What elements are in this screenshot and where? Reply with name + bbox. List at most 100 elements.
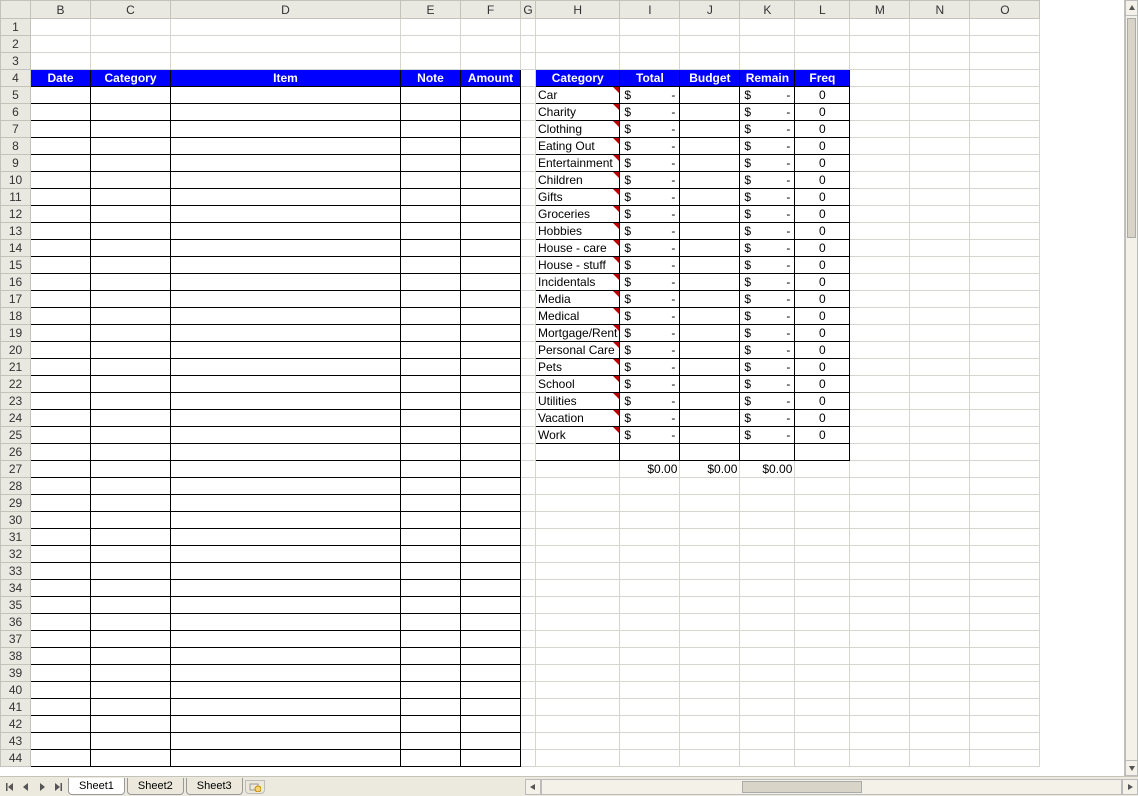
cell-O7[interactable] <box>970 121 1040 138</box>
cell-I38[interactable] <box>620 648 680 665</box>
cell-K19[interactable]: $- <box>740 325 795 342</box>
cell-D35[interactable] <box>171 597 401 614</box>
cell-D18[interactable] <box>171 308 401 325</box>
cell-J20[interactable] <box>680 342 740 359</box>
cell-D22[interactable] <box>171 376 401 393</box>
cell-E44[interactable] <box>401 750 461 767</box>
cell-O1[interactable] <box>970 19 1040 36</box>
cell-O36[interactable] <box>970 614 1040 631</box>
cell-G39[interactable] <box>521 665 536 682</box>
cell-L14[interactable]: 0 <box>795 240 850 257</box>
row-header-22[interactable]: 22 <box>1 376 31 393</box>
cell-N18[interactable] <box>910 308 970 325</box>
cell-J3[interactable] <box>680 53 740 70</box>
cell-H42[interactable] <box>536 716 620 733</box>
cell-F1[interactable] <box>461 19 521 36</box>
cell-D31[interactable] <box>171 529 401 546</box>
cell-N3[interactable] <box>910 53 970 70</box>
cell-B19[interactable] <box>31 325 91 342</box>
cell-L3[interactable] <box>795 53 850 70</box>
cell-O23[interactable] <box>970 393 1040 410</box>
cell-E38[interactable] <box>401 648 461 665</box>
cell-J25[interactable] <box>680 427 740 444</box>
cell-F36[interactable] <box>461 614 521 631</box>
cell-C10[interactable] <box>91 172 171 189</box>
cell-O11[interactable] <box>970 189 1040 206</box>
cell-D6[interactable] <box>171 104 401 121</box>
cell-L9[interactable]: 0 <box>795 155 850 172</box>
cell-M22[interactable] <box>850 376 910 393</box>
cell-J39[interactable] <box>680 665 740 682</box>
cell-G28[interactable] <box>521 478 536 495</box>
cell-E9[interactable] <box>401 155 461 172</box>
cell-J38[interactable] <box>680 648 740 665</box>
cell-C35[interactable] <box>91 597 171 614</box>
col-header-E[interactable]: E <box>401 1 461 19</box>
cell-M30[interactable] <box>850 512 910 529</box>
cell-N21[interactable] <box>910 359 970 376</box>
vscroll-track[interactable] <box>1125 16 1138 760</box>
cell-H10[interactable]: Children <box>536 172 620 189</box>
cell-C37[interactable] <box>91 631 171 648</box>
cell-J1[interactable] <box>680 19 740 36</box>
cell-H22[interactable]: School <box>536 376 620 393</box>
cell-L41[interactable] <box>795 699 850 716</box>
cell-D2[interactable] <box>171 36 401 53</box>
cell-B23[interactable] <box>31 393 91 410</box>
cell-F7[interactable] <box>461 121 521 138</box>
cell-D39[interactable] <box>171 665 401 682</box>
cell-F38[interactable] <box>461 648 521 665</box>
row-header-42[interactable]: 42 <box>1 716 31 733</box>
cell-K21[interactable]: $- <box>740 359 795 376</box>
cell-H40[interactable] <box>536 682 620 699</box>
cell-H20[interactable]: Personal Care <box>536 342 620 359</box>
cell-C20[interactable] <box>91 342 171 359</box>
cell-J41[interactable] <box>680 699 740 716</box>
cell-G22[interactable] <box>521 376 536 393</box>
cell-O14[interactable] <box>970 240 1040 257</box>
cell-N32[interactable] <box>910 546 970 563</box>
cell-E7[interactable] <box>401 121 461 138</box>
cell-L31[interactable] <box>795 529 850 546</box>
cell-D44[interactable] <box>171 750 401 767</box>
cell-F28[interactable] <box>461 478 521 495</box>
cell-L37[interactable] <box>795 631 850 648</box>
cell-F25[interactable] <box>461 427 521 444</box>
cell-D8[interactable] <box>171 138 401 155</box>
cell-K6[interactable]: $- <box>740 104 795 121</box>
cell-C25[interactable] <box>91 427 171 444</box>
cell-B31[interactable] <box>31 529 91 546</box>
cell-C16[interactable] <box>91 274 171 291</box>
cell-H44[interactable] <box>536 750 620 767</box>
cell-K16[interactable]: $- <box>740 274 795 291</box>
tab-nav-last-icon[interactable] <box>50 779 66 795</box>
cell-I22[interactable]: $- <box>620 376 680 393</box>
cell-H37[interactable] <box>536 631 620 648</box>
cell-K2[interactable] <box>740 36 795 53</box>
cell-M24[interactable] <box>850 410 910 427</box>
cell-N5[interactable] <box>910 87 970 104</box>
cell-K23[interactable]: $- <box>740 393 795 410</box>
cell-B22[interactable] <box>31 376 91 393</box>
cell-F13[interactable] <box>461 223 521 240</box>
cell-J5[interactable] <box>680 87 740 104</box>
cell-E40[interactable] <box>401 682 461 699</box>
cell-C11[interactable] <box>91 189 171 206</box>
cell-E29[interactable] <box>401 495 461 512</box>
cell-H28[interactable] <box>536 478 620 495</box>
cell-O5[interactable] <box>970 87 1040 104</box>
cell-J34[interactable] <box>680 580 740 597</box>
cell-O24[interactable] <box>970 410 1040 427</box>
cell-I23[interactable]: $- <box>620 393 680 410</box>
row-header-2[interactable]: 2 <box>1 36 31 53</box>
cell-H18[interactable]: Medical <box>536 308 620 325</box>
cell-B11[interactable] <box>31 189 91 206</box>
cell-C34[interactable] <box>91 580 171 597</box>
cell-I34[interactable] <box>620 580 680 597</box>
cell-F20[interactable] <box>461 342 521 359</box>
cell-C32[interactable] <box>91 546 171 563</box>
cell-L36[interactable] <box>795 614 850 631</box>
cell-N4[interactable] <box>910 70 970 87</box>
cell-I37[interactable] <box>620 631 680 648</box>
cell-K31[interactable] <box>740 529 795 546</box>
